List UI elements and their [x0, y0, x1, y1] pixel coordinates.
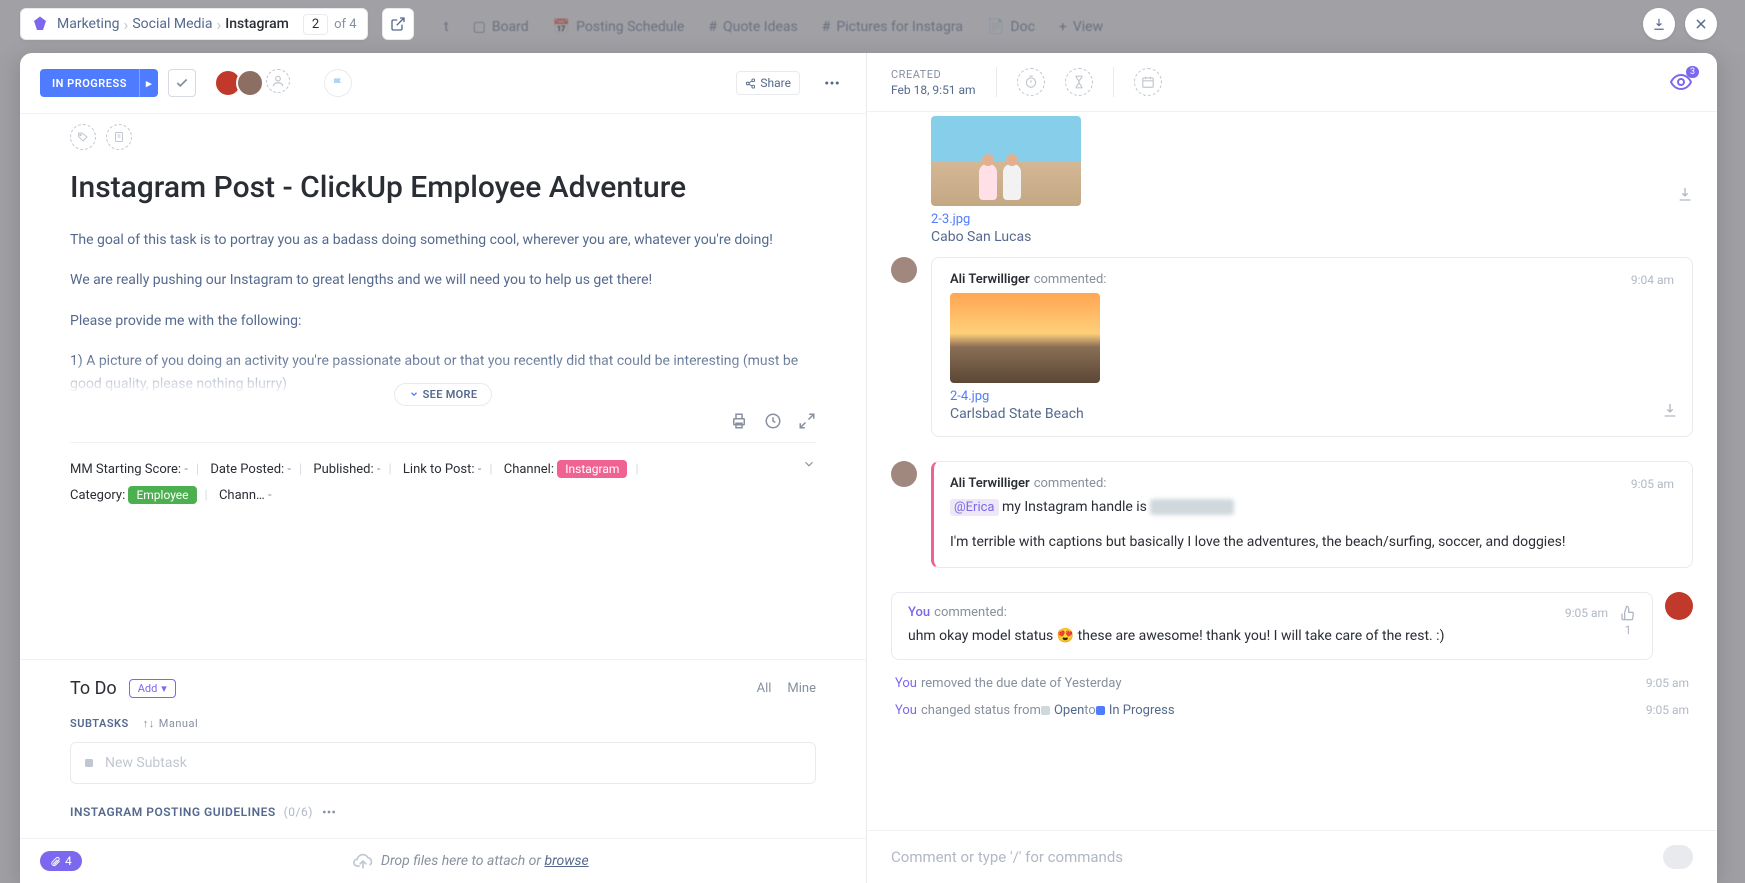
attachment-file-1[interactable]: 2-3.jpg [931, 212, 1693, 227]
cloud-upload-icon [353, 851, 373, 871]
todo-filter-mine[interactable]: Mine [787, 681, 816, 696]
todo-title: To Do [70, 678, 117, 699]
flag-icon [331, 76, 345, 90]
download-icon[interactable] [1662, 402, 1678, 418]
clickup-logo-icon [31, 15, 49, 33]
download-icon [1652, 17, 1666, 31]
like-button[interactable]: 1 [1620, 605, 1636, 637]
comment-input-bar [867, 830, 1717, 883]
share-icon [745, 78, 756, 89]
priority-flag-button[interactable] [324, 69, 352, 97]
share-button[interactable]: Share [736, 71, 800, 95]
task-header: IN PROGRESS ▸ Share [20, 53, 866, 114]
see-more-button[interactable]: SEE MORE [394, 383, 493, 406]
add-todo-button[interactable]: Add ▾ [129, 679, 176, 698]
guidelines-count: (0/6) [284, 805, 313, 819]
check-icon [175, 76, 189, 90]
subtask-sort[interactable]: ↑↓ Manual [143, 717, 198, 730]
comment-avatar[interactable] [891, 461, 917, 487]
expand-icon[interactable] [798, 412, 816, 430]
task-modal: IN PROGRESS ▸ Share [20, 53, 1717, 883]
tag-icon [77, 131, 89, 143]
your-comment: You commented: 9:05 am uhm okay model st… [891, 592, 1653, 660]
activity-header: CREATED Feb 18, 9:51 am 3 [867, 53, 1717, 112]
task-page-number: 2 [303, 14, 328, 35]
download-icon[interactable] [1677, 186, 1693, 202]
status-button[interactable]: IN PROGRESS ▸ [40, 69, 158, 97]
chevron-down-icon [802, 457, 816, 471]
activity-feed: 2-3.jpg Cabo San Lucas Ali Terwilliger c… [867, 112, 1717, 830]
ellipsis-icon[interactable] [321, 804, 337, 820]
send-comment-button[interactable] [1663, 845, 1693, 869]
cf-collapse-toggle[interactable] [802, 457, 816, 471]
breadcrumb-space[interactable]: Marketing [49, 16, 128, 32]
activity-log-line: You changed status from Open to In Progr… [891, 697, 1693, 724]
chevron-down-icon [409, 389, 419, 399]
ellipsis-icon [823, 74, 841, 92]
attachment-file-2[interactable]: 2-4.jpg [950, 389, 1674, 404]
task-description[interactable]: The goal of this task is to portray you … [70, 229, 816, 395]
created-meta: CREATED Feb 18, 9:51 am [891, 68, 976, 97]
history-icon[interactable] [764, 412, 782, 430]
mention[interactable]: @Erica [950, 499, 999, 516]
time-tracked-button[interactable] [1017, 68, 1045, 96]
attachments-drop-bar[interactable]: 4 Drop files here to attach or browse [20, 838, 866, 883]
todo-section: To Do Add ▾ All Mine SUBTASKS ↑↓ Manual … [20, 659, 866, 838]
comment-avatar[interactable] [891, 257, 917, 283]
estimate-button[interactable] [1065, 68, 1093, 96]
new-subtask-input[interactable]: New Subtask [70, 742, 816, 784]
guidelines-label[interactable]: INSTAGRAM POSTING GUIDELINES [70, 805, 276, 819]
assignees [220, 69, 290, 97]
complete-checkbox[interactable] [168, 69, 196, 97]
collapse-button[interactable] [1643, 8, 1675, 40]
custom-fields: MM Starting Score: -| Date Posted: -| Pu… [70, 442, 816, 523]
doc-icon [113, 131, 125, 143]
calendar-icon [1141, 75, 1155, 89]
attachment-thumb-2[interactable] [950, 293, 1100, 383]
breadcrumb-list[interactable]: Instagram [217, 16, 297, 32]
add-cover-button[interactable] [106, 124, 132, 150]
subtasks-label: SUBTASKS [70, 717, 129, 730]
task-more-menu[interactable] [818, 69, 846, 97]
thumbs-up-icon [1620, 605, 1636, 621]
your-avatar[interactable] [1665, 592, 1693, 620]
watchers-button[interactable]: 3 [1669, 70, 1693, 94]
add-tag-button[interactable] [70, 124, 96, 150]
print-icon[interactable] [730, 412, 748, 430]
cf-channel-tag[interactable]: Instagram [557, 460, 627, 478]
attachment-thumb-1[interactable] [931, 116, 1081, 206]
person-icon [271, 74, 285, 88]
external-link-icon [390, 16, 406, 32]
browse-link[interactable]: browse [544, 853, 588, 869]
cf-category-tag[interactable]: Employee [128, 486, 196, 504]
attachments-count-pill[interactable]: 4 [40, 851, 82, 871]
task-page-of: of 4 [334, 17, 356, 32]
breadcrumb: Marketing › Social Media › Instagram 2 o… [20, 8, 368, 40]
assignee-avatar-2[interactable] [236, 69, 264, 97]
breadcrumb-folder[interactable]: Social Media [124, 16, 220, 32]
dates-button[interactable] [1134, 68, 1162, 96]
paperclip-icon [50, 856, 61, 867]
square-icon [83, 757, 95, 769]
status-next-icon[interactable]: ▸ [139, 69, 158, 97]
stopwatch-icon [1024, 75, 1038, 89]
close-icon [1694, 17, 1708, 31]
add-assignee-button[interactable] [266, 69, 290, 93]
hourglass-icon [1072, 75, 1086, 89]
close-button[interactable] [1685, 8, 1717, 40]
open-new-tab-button[interactable] [382, 8, 414, 40]
todo-filter-all[interactable]: All [757, 681, 772, 696]
comment-input[interactable] [891, 848, 1663, 866]
activity-log-line: You removed the due date of Yesterday 9:… [891, 670, 1693, 697]
task-title[interactable]: Instagram Post - ClickUp Employee Advent… [70, 170, 816, 205]
